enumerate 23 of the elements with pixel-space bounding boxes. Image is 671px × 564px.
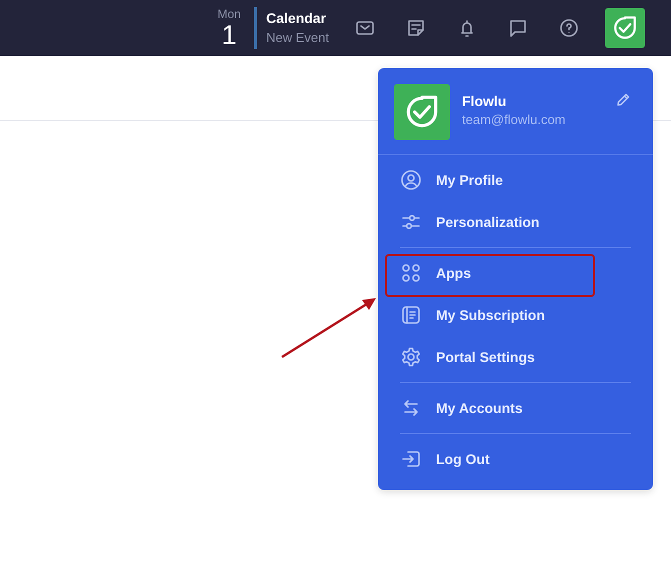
day-number: 1: [222, 20, 237, 48]
help-icon: [558, 17, 580, 39]
note-icon: [405, 17, 427, 39]
menu-item[interactable]: Portal Settings: [436, 349, 535, 365]
gear-icon: [400, 346, 422, 368]
user-email: team@flowlu.com: [462, 111, 566, 129]
menu-item[interactable]: My Subscription: [436, 307, 545, 323]
menu-item[interactable]: My Profile: [436, 172, 503, 188]
menu-item[interactable]: Apps: [436, 265, 471, 281]
user-icon: [400, 169, 422, 191]
weekday-label: Mon: [217, 8, 241, 20]
menu-item[interactable]: Personalization: [436, 214, 540, 230]
avatar-button[interactable]: [605, 8, 645, 48]
menu-item[interactable]: My Accounts: [436, 400, 523, 416]
user-name: Flowlu: [462, 92, 508, 110]
logout-icon: [400, 448, 422, 470]
document-icon: [400, 304, 422, 326]
chat-icon: [507, 17, 529, 39]
grid-icon: [400, 262, 422, 284]
calendar-link[interactable]: Calendar: [266, 8, 329, 28]
new-event-link[interactable]: New Event: [266, 28, 329, 48]
edit-button[interactable]: [615, 92, 631, 108]
menu-item[interactable]: Log Out: [436, 451, 490, 467]
